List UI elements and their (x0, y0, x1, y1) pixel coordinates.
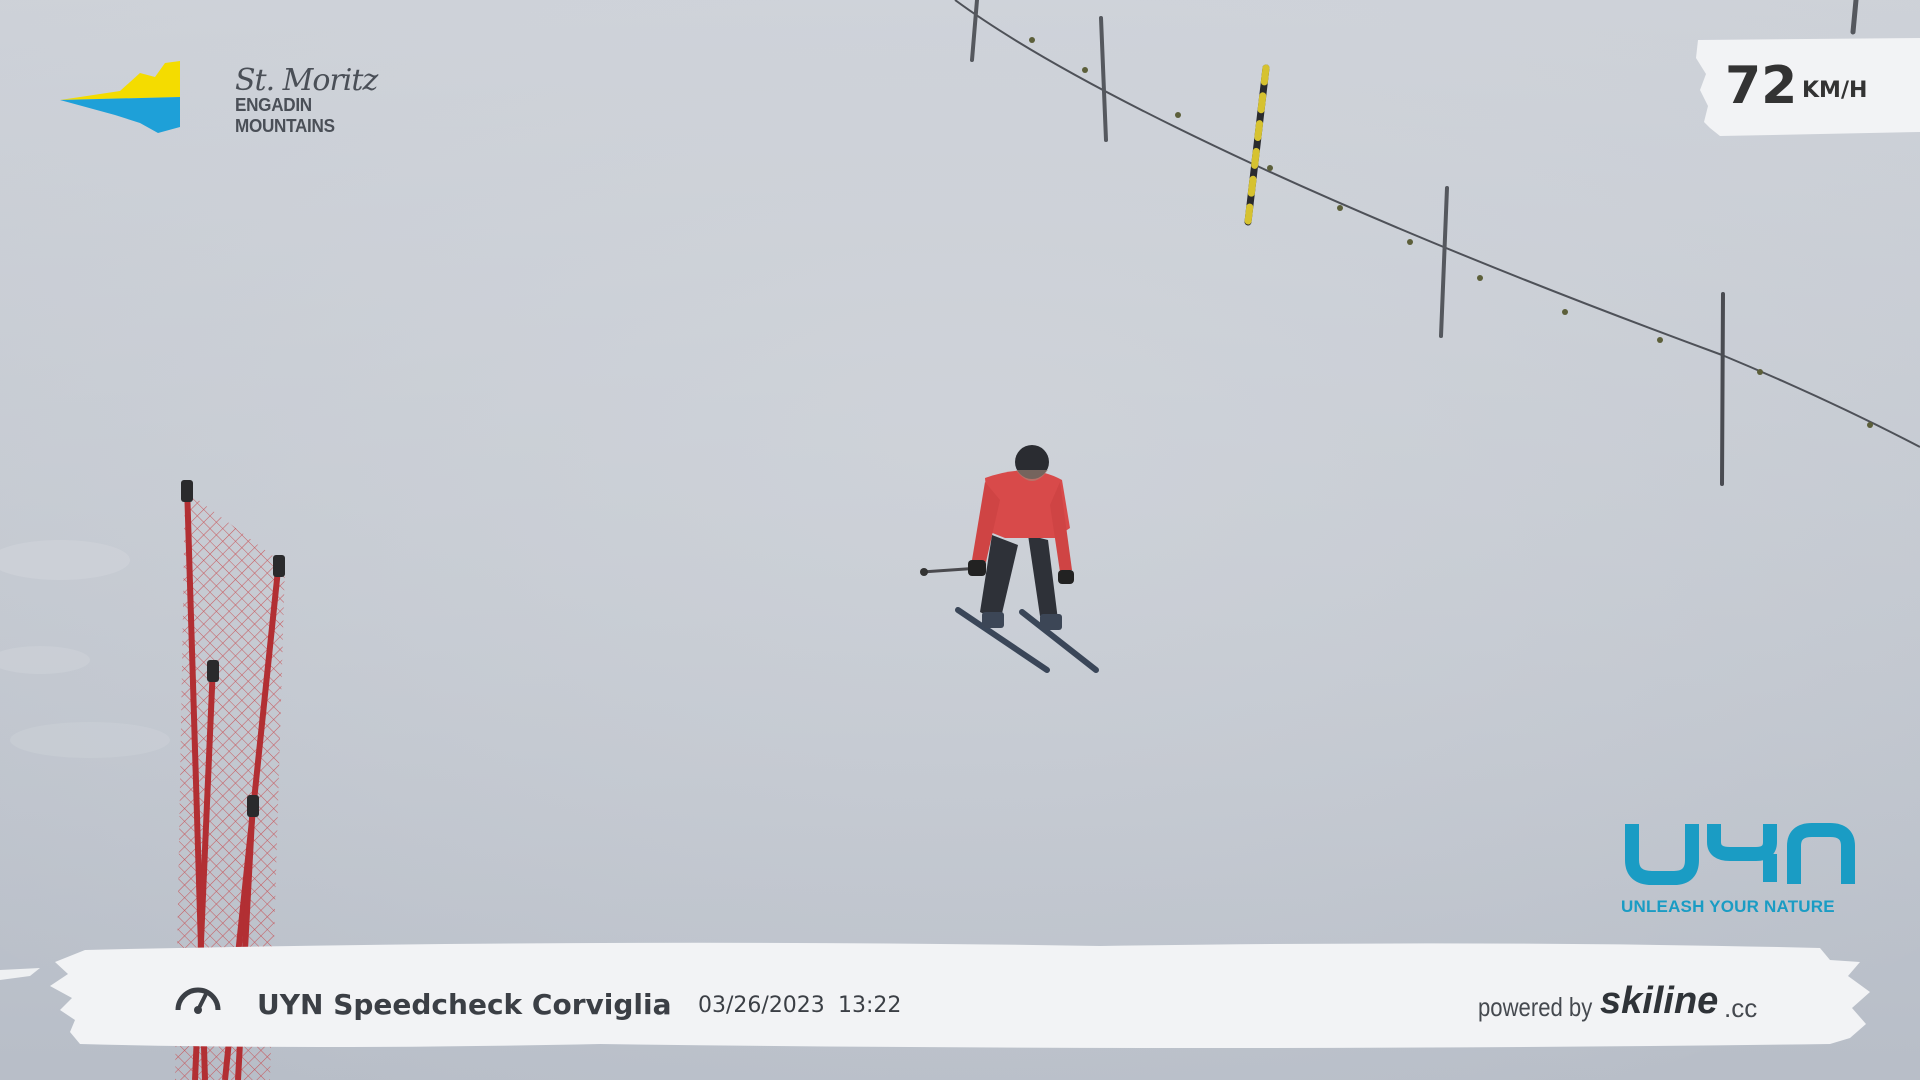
skiline-logo: skiline (1600, 980, 1719, 1022)
skiline-tld: .cc (1724, 993, 1758, 1023)
speed-readout: 72 KM/H (1690, 36, 1920, 136)
stmoritz-mark-icon (60, 61, 180, 133)
capture-date: 03/26/2023 (698, 993, 825, 1018)
uyn-tagline: UNLEASH YOUR NATURE (1621, 897, 1835, 916)
powered-by-label: powered by (1478, 992, 1593, 1022)
speed-unit: KM/H (1802, 78, 1868, 103)
capture-time: 13:22 (838, 993, 902, 1018)
resort-script-label: St. Moritz (235, 63, 378, 98)
stmoritz-logo: St. Moritz ENGADIN MOUNTAINS (60, 55, 420, 145)
camera-name: UYN Speedcheck Corviglia (257, 988, 672, 1021)
speed-value: 72 (1725, 56, 1798, 116)
resort-name-label: ENGADIN MOUNTAINS (235, 95, 335, 136)
speedometer-icon (175, 987, 221, 1014)
